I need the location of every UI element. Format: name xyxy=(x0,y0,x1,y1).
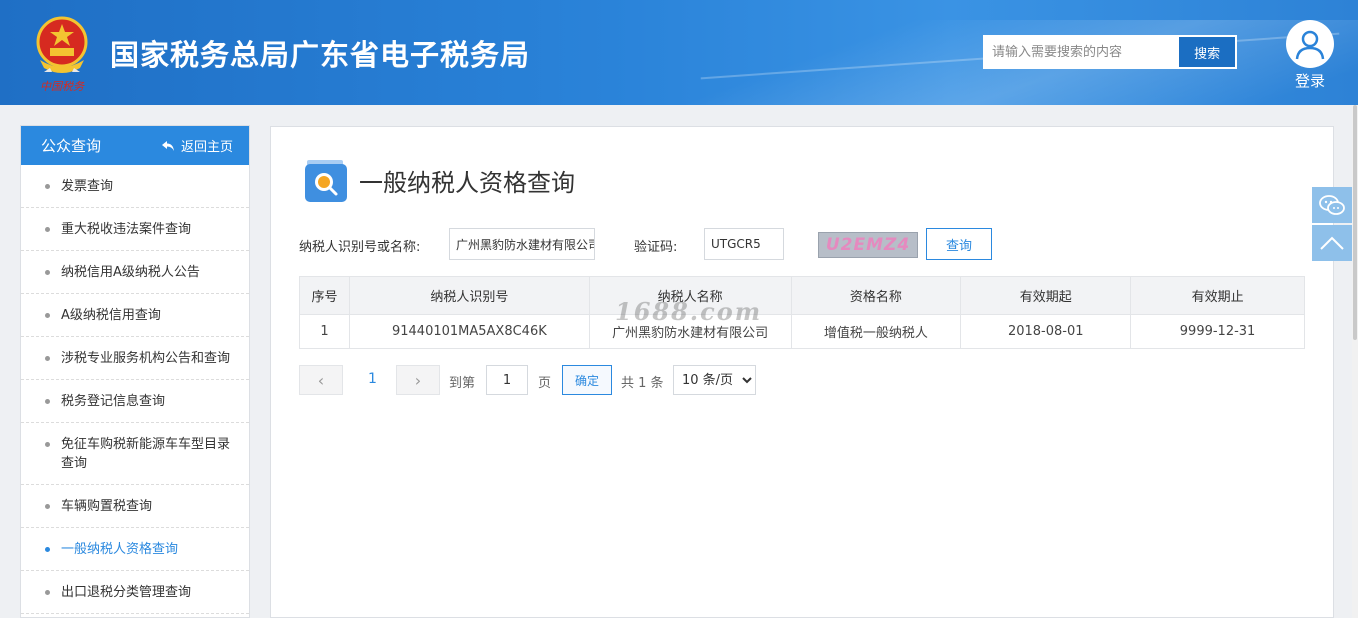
captcha-image[interactable]: U2EMZ4 xyxy=(818,232,918,258)
taxpayer-field[interactable] xyxy=(449,228,595,260)
sidebar-item-a-level-announcement[interactable]: 纳税信用A级纳税人公告 xyxy=(21,251,249,294)
sidebar-item-label: 纳税信用A级纳税人公告 xyxy=(61,265,200,280)
chevron-left-icon: ‹ xyxy=(317,370,325,390)
chevron-right-icon: › xyxy=(414,370,422,390)
table-header-row: 序号 纳税人识别号 纳税人名称 资格名称 有效期起 有效期止 xyxy=(299,276,1305,315)
bullet-icon xyxy=(45,547,50,552)
search-button[interactable]: 搜索 xyxy=(1178,36,1236,68)
bullet-icon xyxy=(45,356,50,361)
search-document-icon xyxy=(305,160,347,202)
search-input[interactable] xyxy=(984,36,1179,68)
header-search: 搜索 xyxy=(983,35,1237,69)
bullet-icon xyxy=(45,504,50,509)
captcha-label: 验证码: xyxy=(634,240,678,255)
column-header: 有效期起 xyxy=(960,276,1132,315)
scrollbar-thumb[interactable] xyxy=(1353,105,1357,340)
pagination: ‹ 1 › 到第 页 确定 共 1 条 10 条/页 xyxy=(299,365,999,395)
prev-page-button[interactable]: ‹ xyxy=(299,365,343,395)
sidebar-item-label: A级纳税信用查询 xyxy=(61,308,161,323)
table-cell: 2018-08-01 xyxy=(960,314,1132,349)
sidebar-item-label: 出口退税分类管理查询 xyxy=(61,585,192,600)
sidebar-item-label: 重大税收违法案件查询 xyxy=(61,222,192,237)
bullet-icon xyxy=(45,399,50,404)
page-number[interactable]: 1 xyxy=(368,371,377,387)
total-count: 共 1 条 xyxy=(621,376,664,391)
login-button[interactable]: 登录 xyxy=(1284,20,1336,92)
user-icon xyxy=(1286,20,1334,68)
sidebar-item-a-level-credit-query[interactable]: A级纳税信用查询 xyxy=(21,294,249,337)
back-home-link[interactable]: 返回主页 xyxy=(161,136,233,155)
next-page-button[interactable]: › xyxy=(396,365,440,395)
sidebar-item-tax-agency-query[interactable]: 涉税专业服务机构公告和查询 xyxy=(21,337,249,380)
sidebar-item-label: 涉税专业服务机构公告和查询 xyxy=(61,351,231,366)
site-title: 国家税务总局广东省电子税务局 xyxy=(110,38,531,72)
sidebar-item-export-refund-query[interactable]: 出口退税分类管理查询 xyxy=(21,571,249,614)
query-button[interactable]: 查询 xyxy=(926,228,992,260)
main-panel: 一般纳税人资格查询 纳税人识别号或名称: 验证码: U2EMZ4 查询 序号 纳… xyxy=(270,126,1334,618)
login-label: 登录 xyxy=(1294,72,1325,90)
sidebar-item-general-taxpayer-query[interactable]: 一般纳税人资格查询 xyxy=(21,528,249,571)
table-cell: 增值税一般纳税人 xyxy=(790,314,962,349)
sidebar-item-invoice-query[interactable]: 发票查询 xyxy=(21,165,249,208)
bullet-icon xyxy=(45,590,50,595)
wechat-button[interactable] xyxy=(1312,187,1352,223)
back-to-top-button[interactable] xyxy=(1312,225,1352,261)
sidebar-title: 公众查询 xyxy=(41,137,102,155)
bullet-icon xyxy=(45,270,50,275)
query-form: 纳税人识别号或名称: 验证码: U2EMZ4 查询 xyxy=(299,228,1319,260)
table-row: 1 91440101MA5AX8C46K 广州黑豹防水建材有限公司 增值税一般纳… xyxy=(299,314,1305,349)
sidebar-item-label: 税务登记信息查询 xyxy=(61,394,166,409)
back-home-label: 返回主页 xyxy=(180,140,233,155)
table-cell: 广州黑豹防水建材有限公司 xyxy=(588,314,792,349)
taxpayer-label: 纳税人识别号或名称: xyxy=(299,240,421,255)
page-title: 一般纳税人资格查询 xyxy=(359,169,575,197)
sidebar-item-nev-catalog-query[interactable]: 免征车购税新能源车车型目录查询 xyxy=(21,423,249,485)
page-size-select[interactable]: 10 条/页 xyxy=(673,365,756,395)
table-cell: 1 xyxy=(299,314,350,349)
column-header: 有效期止 xyxy=(1130,276,1305,315)
table-cell: 91440101MA5AX8C46K xyxy=(348,314,590,349)
sidebar-menu: 发票查询 重大税收违法案件查询 纳税信用A级纳税人公告 A级纳税信用查询 涉税专… xyxy=(21,165,249,614)
column-header: 纳税人名称 xyxy=(588,276,792,315)
goto-page-input[interactable] xyxy=(486,365,528,395)
national-emblem-logo: 中国税务 xyxy=(36,16,88,93)
bullet-icon xyxy=(45,442,50,447)
column-header: 序号 xyxy=(299,276,350,315)
emblem-caption: 中国税务 xyxy=(40,80,85,93)
page-unit-label: 页 xyxy=(538,376,552,391)
chevron-up-icon xyxy=(1320,236,1344,250)
goto-confirm-button[interactable]: 确定 xyxy=(562,365,612,395)
sidebar-item-label: 发票查询 xyxy=(61,179,114,194)
site-header: 中国税务 国家税务总局广东省电子税务局 搜索 登录 xyxy=(0,0,1358,105)
sidebar-header: 公众查询 返回主页 xyxy=(21,126,249,165)
table-cell: 9999-12-31 xyxy=(1130,314,1305,349)
sidebar-item-label: 免征车购税新能源车车型目录查询 xyxy=(61,437,231,471)
back-arrow-icon xyxy=(161,140,174,151)
goto-label: 到第 xyxy=(449,376,476,391)
sidebar: 公众查询 返回主页 发票查询 重大税收违法案件查询 纳税信用A级纳税人公告 A级… xyxy=(20,125,250,618)
sidebar-item-tax-registration-query[interactable]: 税务登记信息查询 xyxy=(21,380,249,423)
bullet-icon xyxy=(45,227,50,232)
sidebar-item-vehicle-tax-query[interactable]: 车辆购置税查询 xyxy=(21,485,249,528)
captcha-field[interactable] xyxy=(704,228,784,260)
column-header: 纳税人识别号 xyxy=(348,276,590,315)
column-header: 资格名称 xyxy=(790,276,962,315)
wechat-icon xyxy=(1319,195,1345,215)
result-table: 序号 纳税人识别号 纳税人名称 资格名称 有效期起 有效期止 1 9144010… xyxy=(299,276,1305,349)
sidebar-item-label: 车辆购置税查询 xyxy=(61,499,153,514)
bullet-icon xyxy=(45,313,50,318)
sidebar-item-major-violation-query[interactable]: 重大税收违法案件查询 xyxy=(21,208,249,251)
sidebar-item-label: 一般纳税人资格查询 xyxy=(61,542,179,557)
bullet-icon xyxy=(45,184,50,189)
